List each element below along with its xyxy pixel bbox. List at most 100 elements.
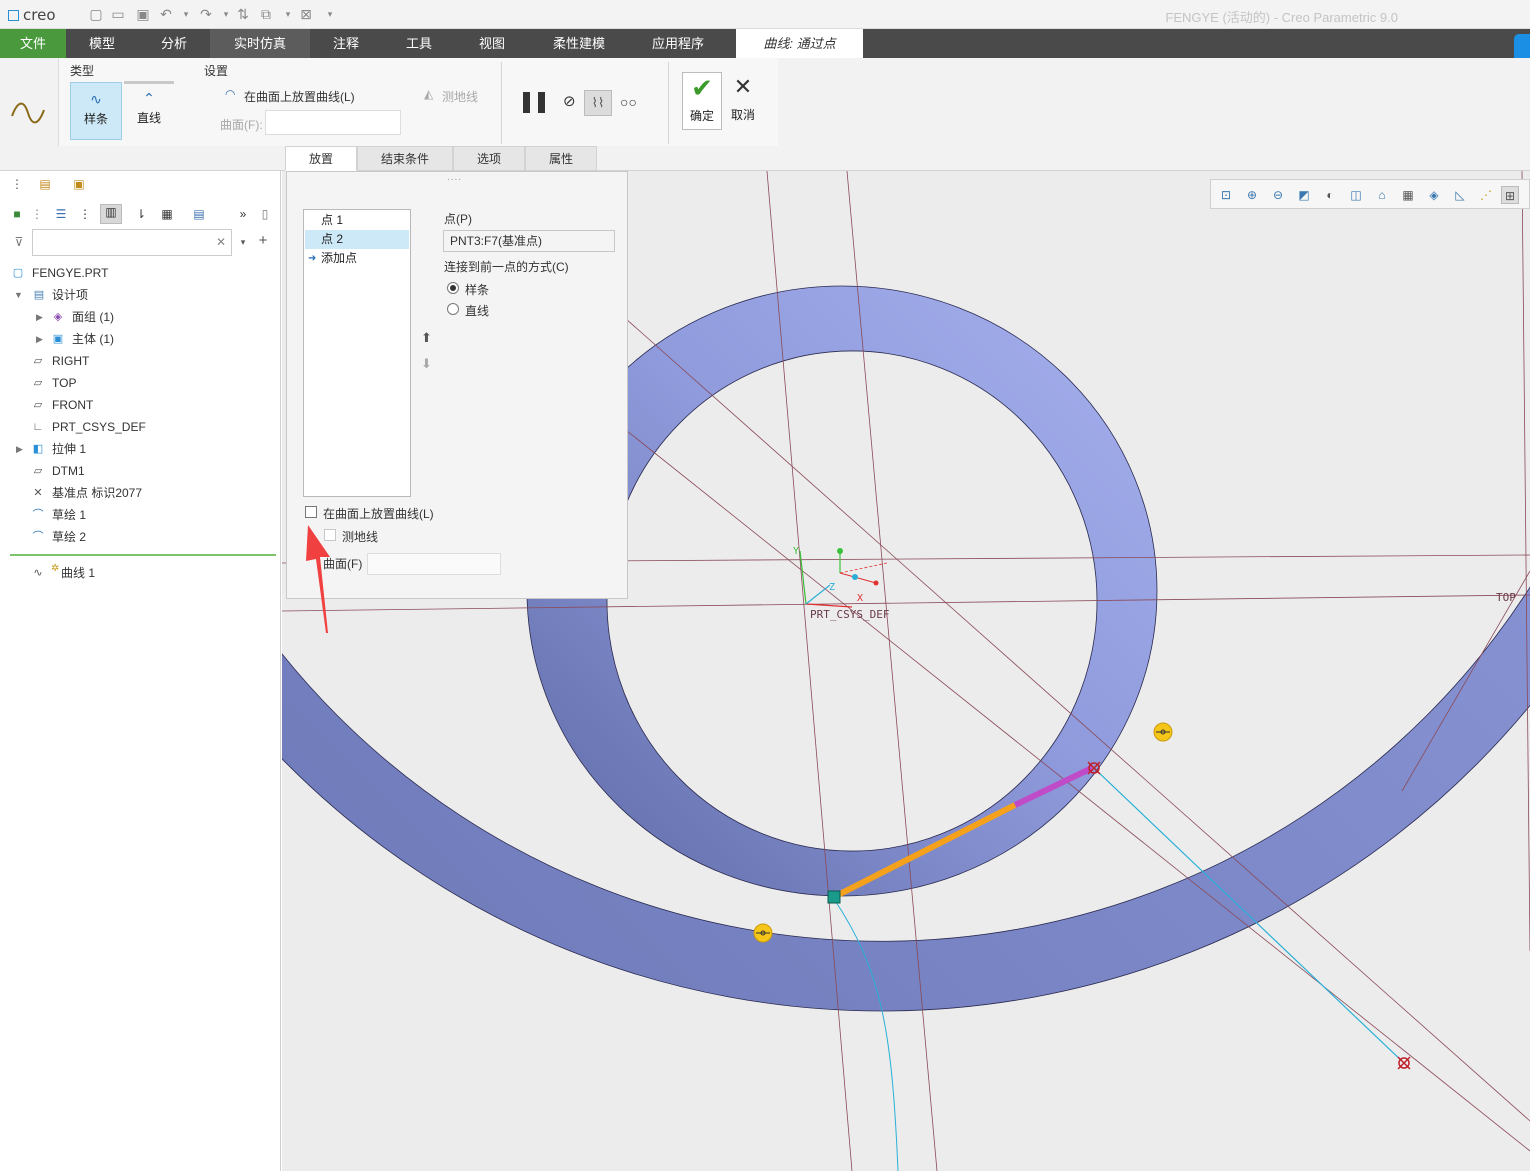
open-file-icon[interactable]: ▭	[110, 6, 126, 22]
tangent-handle-1[interactable]	[1153, 722, 1173, 742]
no-preview-icon[interactable]: ⊘	[563, 92, 576, 110]
spline-type-button[interactable]: ∿ 样条	[70, 82, 122, 140]
tab-tools[interactable]: 工具	[382, 29, 456, 58]
repaint-icon[interactable]: ◩	[1295, 186, 1313, 204]
place-on-surface-button[interactable]: 在曲面上放置曲线(L)	[244, 88, 355, 105]
more-icon[interactable]: »	[236, 207, 250, 221]
tree-item-label: RIGHT	[52, 354, 90, 368]
redo-dropdown-icon[interactable]: ▾	[218, 6, 234, 22]
tree-settings-icon[interactable]: ☰	[54, 207, 68, 221]
refit-icon[interactable]: ⊡	[1217, 186, 1235, 204]
folder-browser-icon[interactable]: ▣	[72, 177, 86, 191]
add-filter-icon[interactable]: +	[256, 233, 270, 248]
tab-flexible-modeling[interactable]: 柔性建模	[528, 29, 630, 58]
layer-tree-tab-icon[interactable]: ▤	[38, 177, 52, 191]
ribbon-panel: 类型 ∿ 样条 ⌃ 直线 设置 ◠ 在曲面上放置曲线(L) ◭ 测地线 曲面(F…	[0, 58, 1530, 171]
search-dropdown-icon[interactable]: ▾	[236, 235, 250, 249]
zoom-out-icon[interactable]: ⊖	[1269, 186, 1287, 204]
expand-icon[interactable]: ▶	[36, 329, 46, 349]
model-tree-tab-icon[interactable]: ⋮	[10, 177, 24, 191]
annotation-display-icon[interactable]: ⋰	[1477, 186, 1495, 204]
csys-x-label: X	[857, 593, 863, 604]
tree-columns-icon[interactable]: ⋮	[78, 207, 92, 221]
show-icon[interactable]: ■	[10, 207, 24, 221]
tab-model[interactable]: 模型	[66, 29, 138, 58]
tab-annotate[interactable]: 注释	[310, 29, 382, 58]
move-up-icon[interactable]: ⬆	[421, 330, 432, 346]
datum-point-icon: ✕	[33, 487, 43, 499]
list-item-point-2[interactable]: 点 2	[305, 230, 409, 249]
display-style-icon[interactable]: ◐	[1321, 186, 1339, 204]
tab-placement[interactable]: 放置	[285, 146, 357, 171]
tree-item-label: 设计项	[52, 288, 89, 302]
tab-end-conditions[interactable]: 结束条件	[357, 146, 453, 171]
save-icon[interactable]: ▣	[135, 6, 151, 22]
collapse-icon[interactable]: ▼	[14, 285, 24, 305]
glasses-preview-icon[interactable]: ○○	[620, 94, 637, 110]
filter-icon[interactable]: ⊽	[12, 235, 26, 249]
expand-icon[interactable]: ▶	[36, 307, 46, 327]
tab-file[interactable]: 文件	[0, 29, 66, 58]
section-icon[interactable]: ◈	[1425, 186, 1443, 204]
document-icon[interactable]: ▯	[258, 207, 272, 221]
clear-search-icon[interactable]: ✕	[216, 235, 226, 249]
geodesic-button[interactable]: 测地线	[442, 88, 478, 105]
new-file-icon[interactable]: ▢	[88, 6, 104, 22]
tab-applications[interactable]: 应用程序	[630, 29, 726, 58]
verify-preview-icon[interactable]: ⌇⌇	[584, 90, 612, 116]
window-title: FENGYE (活动的) - Creo Parametric 9.0	[1165, 10, 1398, 25]
saved-views-icon[interactable]: ◫	[1347, 186, 1365, 204]
windows-dropdown-icon[interactable]: ▾	[280, 6, 296, 22]
windows-icon[interactable]: ⧉	[258, 6, 274, 22]
move-down-icon[interactable]: ⬇	[421, 356, 432, 372]
regenerate-icon[interactable]: ⇅	[235, 6, 251, 22]
expand-icon[interactable]: ▶	[16, 439, 26, 459]
list-item-point-1[interactable]: 点 1	[305, 211, 409, 230]
surface-label: 曲面(F):	[220, 118, 263, 132]
tab-curve-through-points[interactable]: 曲线: 通过点	[736, 29, 863, 58]
tab-live-simulation[interactable]: 实时仿真	[210, 29, 310, 58]
tree-sort-icon[interactable]: ⇂	[134, 207, 148, 221]
connect-line-radio[interactable]	[447, 303, 459, 315]
surface-collector[interactable]	[265, 110, 401, 135]
tree-item-label: FRONT	[52, 398, 94, 412]
point-1-marker[interactable]	[827, 890, 841, 904]
zoom-in-icon[interactable]: ⊕	[1243, 186, 1261, 204]
view-manager-icon[interactable]: ⌂	[1373, 186, 1391, 204]
tab-options[interactable]: 选项	[453, 146, 525, 171]
spin-center-icon[interactable]: ⊞	[1501, 186, 1519, 204]
close-window-icon[interactable]: ⊠	[298, 6, 314, 22]
view-toolbar: ⊡ ⊕ ⊖ ◩ ◐ ◫ ⌂ ▦ ◈ ◺ ⋰ ⊞	[1210, 179, 1530, 209]
design-items-icon: ▤	[33, 289, 45, 301]
undo-icon[interactable]: ↶	[158, 6, 174, 22]
creo-logo: creo	[8, 6, 56, 24]
tangent-handle-2[interactable]	[753, 923, 773, 943]
connect-line-label: 直线	[465, 304, 490, 318]
surface-field[interactable]	[367, 553, 501, 575]
tree-list-icon[interactable]: ▤	[192, 207, 206, 221]
tree-layout-icon[interactable]: ▦	[160, 207, 174, 221]
ok-button[interactable]: ✔ 确定	[682, 72, 722, 130]
tab-view[interactable]: 视图	[456, 29, 528, 58]
perspective-icon[interactable]: ▦	[1399, 186, 1417, 204]
undo-dropdown-icon[interactable]: ▾	[178, 6, 194, 22]
point-label: 点(P)	[444, 212, 472, 226]
search-input[interactable]: ✕	[32, 229, 232, 256]
point-collector[interactable]: PNT3:F7(基准点)	[443, 230, 615, 252]
add-point-item[interactable]: ➜ 添加点	[305, 249, 409, 268]
point-list[interactable]: 点 1 点 2 ➜ 添加点	[303, 209, 411, 497]
connect-spline-radio[interactable]	[447, 282, 459, 294]
redo-icon[interactable]: ↷	[198, 6, 214, 22]
tab-analysis[interactable]: 分析	[138, 29, 210, 58]
line-type-button[interactable]: ⌃ 直线	[123, 82, 175, 140]
insert-here-indicator[interactable]	[10, 554, 276, 556]
datum-display-icon[interactable]: ◺	[1451, 186, 1469, 204]
customize-toolbar-icon[interactable]: ▾	[322, 6, 338, 22]
cancel-button[interactable]: ✕ 取消	[728, 72, 758, 130]
tree-item-label: 面组 (1)	[72, 310, 115, 324]
pause-icon[interactable]	[523, 92, 530, 113]
tab-properties[interactable]: 属性	[525, 146, 597, 171]
datum-point-marker[interactable]	[1397, 1056, 1411, 1070]
tree-filter-view-icon[interactable]: ▥	[100, 204, 122, 224]
panel-drag-handle[interactable]: ....	[447, 172, 462, 183]
